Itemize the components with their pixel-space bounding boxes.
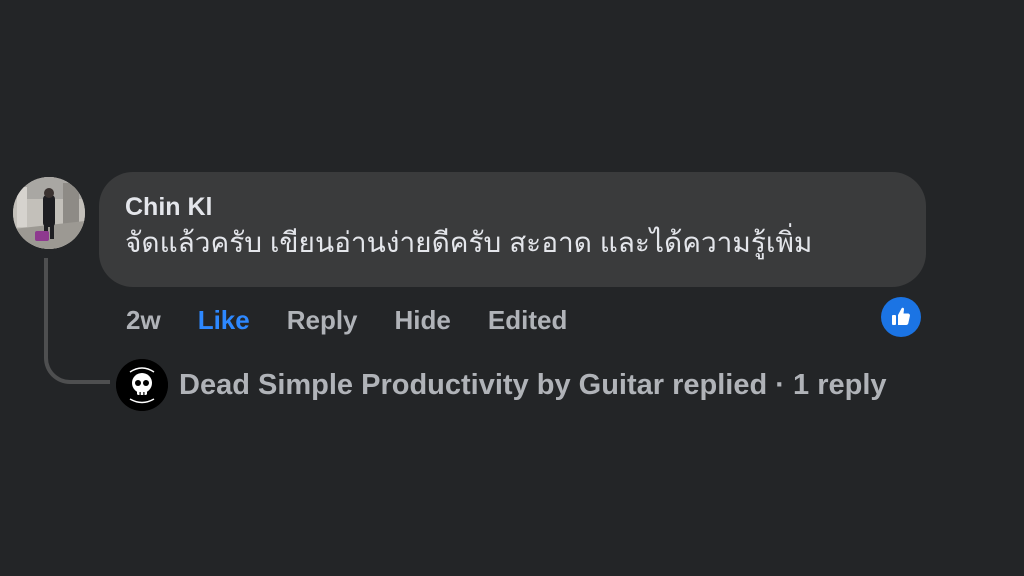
comment-text: จัดแล้วครับ เขียนอ่านง่ายดีครับ สะอาด แล… bbox=[125, 227, 813, 258]
edited-label[interactable]: Edited bbox=[488, 303, 567, 337]
reply-summary-text[interactable]: Dead Simple Productivity by Guitar repli… bbox=[179, 367, 887, 403]
like-button[interactable]: Like bbox=[198, 303, 250, 337]
thread-connector-line bbox=[44, 258, 110, 384]
reply-count: 1 reply bbox=[793, 369, 887, 401]
page-avatar[interactable] bbox=[116, 359, 168, 411]
comment-timestamp[interactable]: 2w bbox=[126, 303, 161, 337]
comment-bubble: Chin Kl จัดแล้วครับ เขียนอ่านง่ายดีครับ … bbox=[99, 172, 926, 287]
like-reaction-badge[interactable] bbox=[881, 297, 921, 337]
hide-button[interactable]: Hide bbox=[395, 303, 451, 337]
avatar[interactable] bbox=[13, 177, 85, 249]
reply-button[interactable]: Reply bbox=[287, 303, 358, 337]
reply-replied-word: replied bbox=[672, 369, 768, 401]
comment-author-name[interactable]: Chin Kl bbox=[125, 192, 900, 222]
like-thumbs-up-icon bbox=[892, 307, 910, 325]
reply-separator: · bbox=[775, 369, 785, 401]
comment-thread: Chin Kl จัดแล้วครับ เขียนอ่านง่ายดีครับ … bbox=[0, 0, 1024, 576]
reply-page-name: Dead Simple Productivity by Guitar bbox=[179, 369, 665, 401]
comment-actions: 2w Like Reply Hide Edited bbox=[126, 302, 604, 338]
view-replies-link[interactable]: Dead Simple Productivity by Guitar repli… bbox=[116, 358, 887, 412]
avatar-photo bbox=[13, 177, 85, 249]
skull-logo-icon bbox=[116, 359, 168, 411]
